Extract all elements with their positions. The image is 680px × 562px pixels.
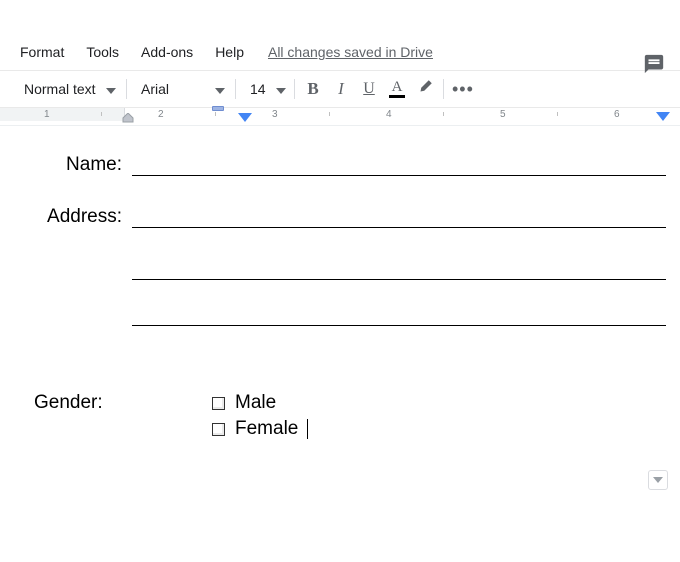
menu-format[interactable]: Format	[10, 40, 74, 64]
name-line[interactable]	[132, 154, 666, 176]
ruler[interactable]: 1 2 3 4 5 6	[0, 108, 680, 126]
comment-history-button[interactable]	[642, 52, 666, 76]
address-label: Address:	[14, 206, 126, 228]
right-indent-marker[interactable]	[656, 112, 670, 125]
ruler-number: 4	[386, 109, 392, 120]
address-line-2[interactable]	[132, 258, 666, 280]
gender-label: Gender:	[14, 392, 212, 440]
bold-button[interactable]: B	[299, 75, 327, 103]
checkbox-icon	[212, 423, 225, 436]
hanging-indent-marker[interactable]	[238, 113, 252, 123]
italic-button[interactable]: I	[327, 75, 355, 103]
form-row-gender: Gender: Male Female	[14, 392, 666, 440]
checkbox-icon	[212, 397, 225, 410]
font-family-label: Arial	[141, 81, 169, 97]
paragraph-style-label: Normal text	[24, 81, 96, 97]
separator	[294, 79, 295, 99]
text-cursor	[307, 419, 308, 439]
ruler-number: 1	[44, 109, 50, 120]
document-body[interactable]: Name: Address: Gender: Male Female	[0, 126, 680, 440]
separator	[235, 79, 236, 99]
form-row-name: Name:	[14, 154, 666, 176]
font-family-dropdown[interactable]: Arial	[131, 81, 231, 97]
ruler-number: 6	[614, 109, 620, 120]
separator	[443, 79, 444, 99]
dropdown-arrow-icon	[106, 81, 116, 97]
ruler-number: 5	[500, 109, 506, 120]
font-size-label: 14	[250, 81, 266, 97]
menu-help[interactable]: Help	[205, 40, 254, 64]
gender-option-female[interactable]: Female	[212, 418, 308, 440]
underline-button[interactable]: U	[355, 75, 383, 103]
highlight-icon	[416, 78, 434, 101]
highlight-button[interactable]	[411, 75, 439, 103]
text-color-button[interactable]: A	[383, 75, 411, 103]
menu-addons[interactable]: Add-ons	[131, 40, 203, 64]
menu-tools[interactable]: Tools	[76, 40, 129, 64]
menu-bar: Format Tools Add-ons Help All changes sa…	[0, 28, 680, 70]
more-icon: •••	[452, 79, 474, 100]
bold-icon: B	[307, 79, 318, 99]
save-status[interactable]: All changes saved in Drive	[256, 44, 433, 60]
more-button[interactable]: •••	[448, 75, 478, 103]
left-indent-marker[interactable]	[122, 113, 134, 123]
gender-option-male[interactable]: Male	[212, 392, 308, 414]
font-size-dropdown[interactable]: 14	[240, 81, 290, 97]
name-label: Name:	[14, 154, 126, 176]
form-row-address: Address:	[14, 206, 666, 228]
explore-button[interactable]	[648, 470, 668, 490]
toolbar: Normal text Arial 14 B I U A •••	[0, 71, 680, 107]
dropdown-arrow-icon	[276, 81, 286, 97]
first-line-indent-marker[interactable]	[212, 106, 224, 111]
address-line-3[interactable]	[132, 304, 666, 326]
ruler-number: 3	[272, 109, 278, 120]
underline-icon: U	[363, 80, 375, 98]
separator	[126, 79, 127, 99]
paragraph-style-dropdown[interactable]: Normal text	[14, 81, 122, 97]
italic-icon: I	[338, 79, 344, 99]
option-text: Male	[235, 392, 276, 414]
option-text: Female	[235, 418, 298, 440]
dropdown-arrow-icon	[215, 81, 225, 97]
text-color-icon: A	[389, 80, 405, 98]
ruler-number: 2	[158, 109, 164, 120]
address-line-1[interactable]	[132, 206, 666, 228]
